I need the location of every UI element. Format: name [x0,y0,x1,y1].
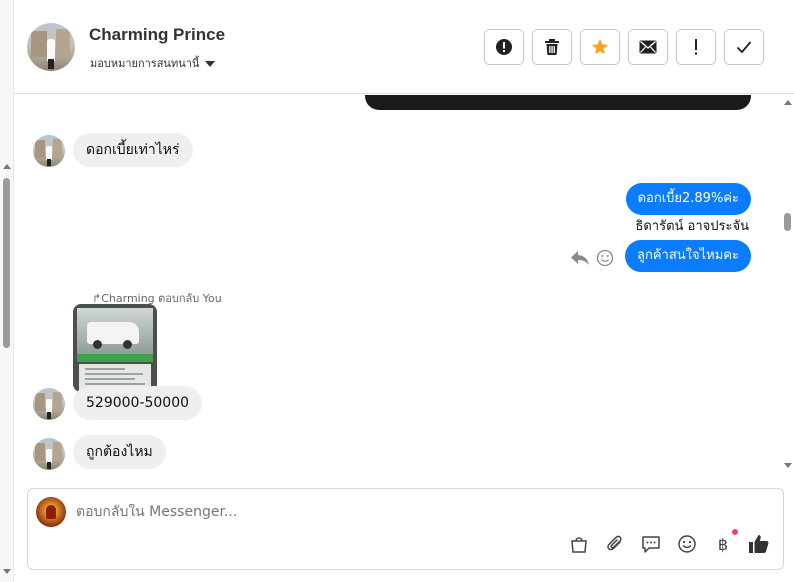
mail-button[interactable] [628,29,668,65]
outgoing-message-bubble[interactable]: ลูกค้าสนใจไหมคะ [625,240,751,272]
reply-icon[interactable] [570,250,590,266]
contact-name[interactable]: Charming Prince [89,25,225,45]
alert-circle-icon [496,39,512,55]
shopping-bag-icon [571,537,587,553]
notification-dot [732,529,738,535]
thumbs-up-icon [749,535,769,553]
contact-avatar-small[interactable] [33,388,65,420]
messenger-inbox-window: Charming Prince มอบหมายการสนทนานี้ ดอกเบ… [0,0,794,582]
outgoing-sender-name: ธิดารัตน์ อาจประจัน [635,219,749,234]
baht-icon: ฿ [717,534,729,554]
incoming-message-bubble[interactable]: ถูกต้องไหม [73,435,166,469]
thread-scroll-up-arrow[interactable] [784,100,792,105]
conversation-header: Charming Prince มอบหมายการสนทนานี้ [14,0,794,94]
incoming-message-bubble[interactable]: ดอกเบี้ยเท่าไหร่ [73,133,193,167]
chat-bubble-icon [642,536,660,553]
important-button[interactable] [676,29,716,65]
conversation-toolbar [484,29,764,65]
delete-button[interactable] [532,29,572,65]
message-actions [570,249,614,267]
message-thread[interactable]: ดอกเบี้ยเท่าไหร่ ดอกเบี้ย2.89%ค่ะ ธิดารั… [14,95,780,475]
image-message-attachment[interactable] [73,304,157,392]
star-icon [592,39,608,55]
contact-avatar[interactable] [27,23,75,71]
contact-avatar-small[interactable] [33,438,65,470]
assign-conversation-dropdown[interactable]: มอบหมายการสนทนานี้ [90,54,216,72]
page-scrollbar[interactable] [0,0,14,582]
thread-scroll-thumb[interactable] [784,213,791,231]
caret-down-icon [205,60,216,67]
done-button[interactable] [724,29,764,65]
payment-button[interactable]: ฿ [712,529,738,555]
page-scroll-thumb[interactable] [3,178,10,348]
exclamation-icon [695,39,697,55]
composer-toolbar: ฿ [568,529,770,555]
shop-button[interactable] [568,533,590,555]
page-scroll-down-arrow[interactable] [3,569,11,574]
previous-message-bubble[interactable] [365,95,751,110]
page-avatar [36,497,66,527]
envelope-icon [639,40,657,54]
trash-icon [545,39,559,55]
react-emoji-icon[interactable] [596,249,614,267]
star-button[interactable] [580,29,620,65]
like-button[interactable] [748,533,770,555]
reply-input[interactable] [76,504,676,520]
thread-scrollbar[interactable] [781,95,794,475]
emoji-button[interactable] [676,533,698,555]
assign-conversation-label: มอบหมายการสนทนานี้ [90,57,200,70]
thread-scroll-down-arrow[interactable] [784,463,792,468]
saved-replies-button[interactable] [640,533,662,555]
reply-composer: ฿ [27,488,784,570]
paperclip-icon [607,535,622,551]
attach-button[interactable] [604,533,626,555]
contact-avatar-small[interactable] [33,135,65,167]
emoji-icon [678,535,696,553]
report-button[interactable] [484,29,524,65]
check-icon [736,41,752,54]
incoming-message-bubble[interactable]: 529000-50000 [73,386,203,420]
outgoing-message-bubble[interactable]: ดอกเบี้ย2.89%ค่ะ [625,183,751,215]
page-scroll-up-arrow[interactable] [3,164,11,169]
